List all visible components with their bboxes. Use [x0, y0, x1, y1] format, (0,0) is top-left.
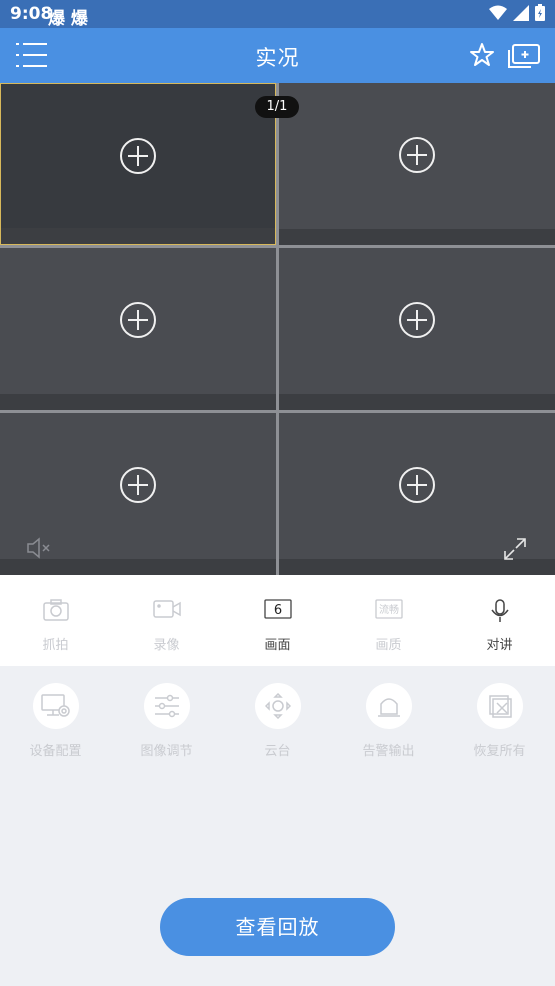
- add-device-icon[interactable]: [118, 300, 158, 340]
- intercom-button[interactable]: 对讲: [444, 575, 555, 666]
- microphone-icon: [490, 599, 509, 622]
- video-cell-3[interactable]: [0, 248, 276, 410]
- add-device-icon[interactable]: [397, 300, 437, 340]
- video-cell-2[interactable]: [279, 83, 555, 245]
- quality-button[interactable]: 流畅 画质: [333, 575, 444, 666]
- video-cell-1[interactable]: [0, 83, 276, 245]
- video-record-icon: [152, 600, 181, 618]
- battery-icon: [535, 4, 545, 21]
- device-config-button[interactable]: 设备配置: [0, 683, 111, 763]
- wifi-icon: [489, 5, 507, 20]
- favorite-star-icon[interactable]: [469, 42, 495, 72]
- fullscreen-icon[interactable]: [503, 537, 527, 565]
- status-time: 9:08: [10, 4, 53, 24]
- alarm-icon: [377, 698, 400, 717]
- multi-screen-icon[interactable]: [507, 42, 541, 74]
- control-toolbar: 抓拍 录像 6 画面 流畅 画质 对讲: [0, 575, 555, 666]
- system-icons: [489, 4, 545, 21]
- nav-bar: 实况: [0, 28, 555, 83]
- status-bar: 9:08 爆 爆: [0, 0, 555, 29]
- view-playback-button[interactable]: 查看回放: [160, 898, 395, 956]
- ptz-button[interactable]: 云台: [222, 683, 333, 763]
- add-device-icon[interactable]: [397, 465, 437, 505]
- add-device-icon[interactable]: [397, 135, 437, 175]
- split-screen-button[interactable]: 6 画面: [222, 575, 333, 666]
- device-actions: 设备配置 图像调节 云台 告警输出 恢复所有: [0, 683, 555, 763]
- image-adjust-button[interactable]: 图像调节: [111, 683, 222, 763]
- snapshot-button[interactable]: 抓拍: [0, 575, 111, 666]
- device-config-icon: [40, 694, 70, 717]
- quality-icon: 流畅: [374, 599, 403, 619]
- add-device-icon[interactable]: [118, 136, 158, 176]
- page-indicator: 1/1: [255, 96, 299, 118]
- video-grid: [0, 83, 555, 575]
- mute-icon[interactable]: [26, 536, 52, 564]
- svg-text:6: 6: [273, 603, 281, 618]
- split-screen-icon: 6: [263, 599, 292, 619]
- restore-icon: [488, 695, 512, 718]
- signal-icon: [513, 4, 529, 21]
- video-cell-4[interactable]: [279, 248, 555, 410]
- add-device-icon[interactable]: [118, 465, 158, 505]
- camera-icon: [42, 599, 69, 621]
- restore-all-button[interactable]: 恢复所有: [444, 683, 555, 763]
- alarm-output-button[interactable]: 告警输出: [333, 683, 444, 763]
- record-button[interactable]: 录像: [111, 575, 222, 666]
- image-adjust-icon: [154, 694, 179, 718]
- svg-text:流畅: 流畅: [379, 603, 399, 616]
- notification-icons: 爆 爆: [48, 9, 88, 29]
- ptz-icon: [264, 693, 291, 719]
